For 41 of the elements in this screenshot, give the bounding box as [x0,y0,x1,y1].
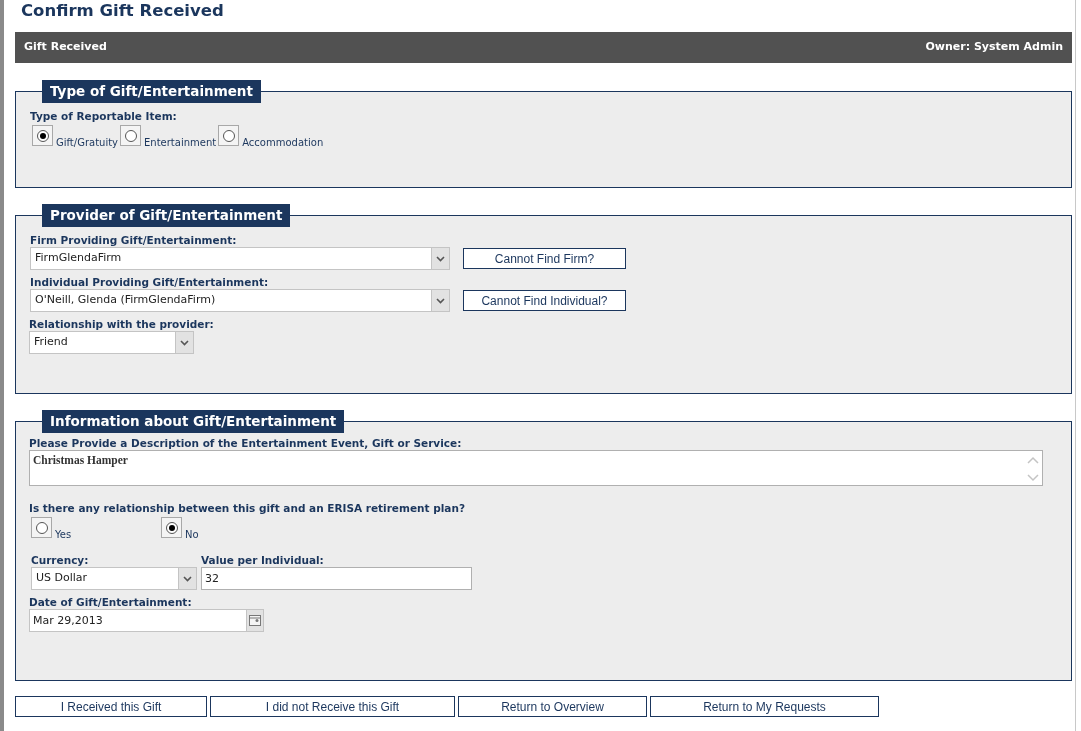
section-legend: Type of Gift/Entertainment [42,80,261,103]
owner-label: Owner: System Admin [925,39,1063,56]
action-button[interactable]: I Received this Gift [15,696,207,717]
section-legend: Provider of Gift/Entertainment [42,204,291,227]
dropdown-field[interactable]: O'Neill, Glenda (FirmGlendaFirm) [30,289,450,312]
radio-label: Entertainment [144,136,217,150]
value-input[interactable]: 32 [201,567,472,590]
dropdown-field[interactable]: Friend [29,331,194,354]
field-label: Currency: [31,553,90,567]
radio-label: No [185,528,199,542]
date-input[interactable]: Mar 29,2013 [29,609,247,632]
header-title: Gift Received [24,39,107,56]
field-label: Date of Gift/Entertainment: [29,595,193,609]
caret-icon [431,248,449,269]
caret-icon [175,332,193,353]
action-button[interactable]: I did not Receive this Gift [210,696,455,717]
radio-button[interactable] [124,129,137,142]
radio-button[interactable] [222,129,235,142]
field-label: Is there any relationship between this gift and an ERISA retirement plan? [29,501,466,515]
field-label: Individual Providing Gift/Entertainment: [30,275,270,289]
field-label: Value per Individual: [201,553,325,567]
action-button[interactable]: Cannot Find Individual? [463,290,626,311]
caret-icon [178,568,196,589]
action-button[interactable]: Cannot Find Firm? [463,248,626,269]
section-legend: Information about Gift/Entertainment [42,410,345,433]
scroll-arrows-icon [1026,454,1040,484]
dropdown-field[interactable]: FirmGlendaFirm [30,247,450,270]
radio-label: Yes [55,528,72,542]
caret-icon [431,290,449,311]
field-label: Firm Providing Gift/Entertainment: [30,233,238,247]
calendar-icon[interactable] [247,609,264,632]
radio-label: Accommodation [242,136,324,150]
field-label: Relationship with the provider: [29,317,215,331]
page-title: Confirm Gift Received [21,0,225,22]
action-button[interactable]: Return to Overview [458,696,647,717]
field-label: Please Provide a Description of the Entertainment Event, Gift or Service: [29,436,463,450]
description-field[interactable]: Christmas Hamper [29,450,1043,486]
field-label: Type of Reportable Item: [30,109,178,123]
dropdown-field[interactable]: US Dollar [31,567,197,590]
radio-label: Gift/Gratuity [56,136,119,150]
action-button[interactable]: Return to My Requests [650,696,879,717]
